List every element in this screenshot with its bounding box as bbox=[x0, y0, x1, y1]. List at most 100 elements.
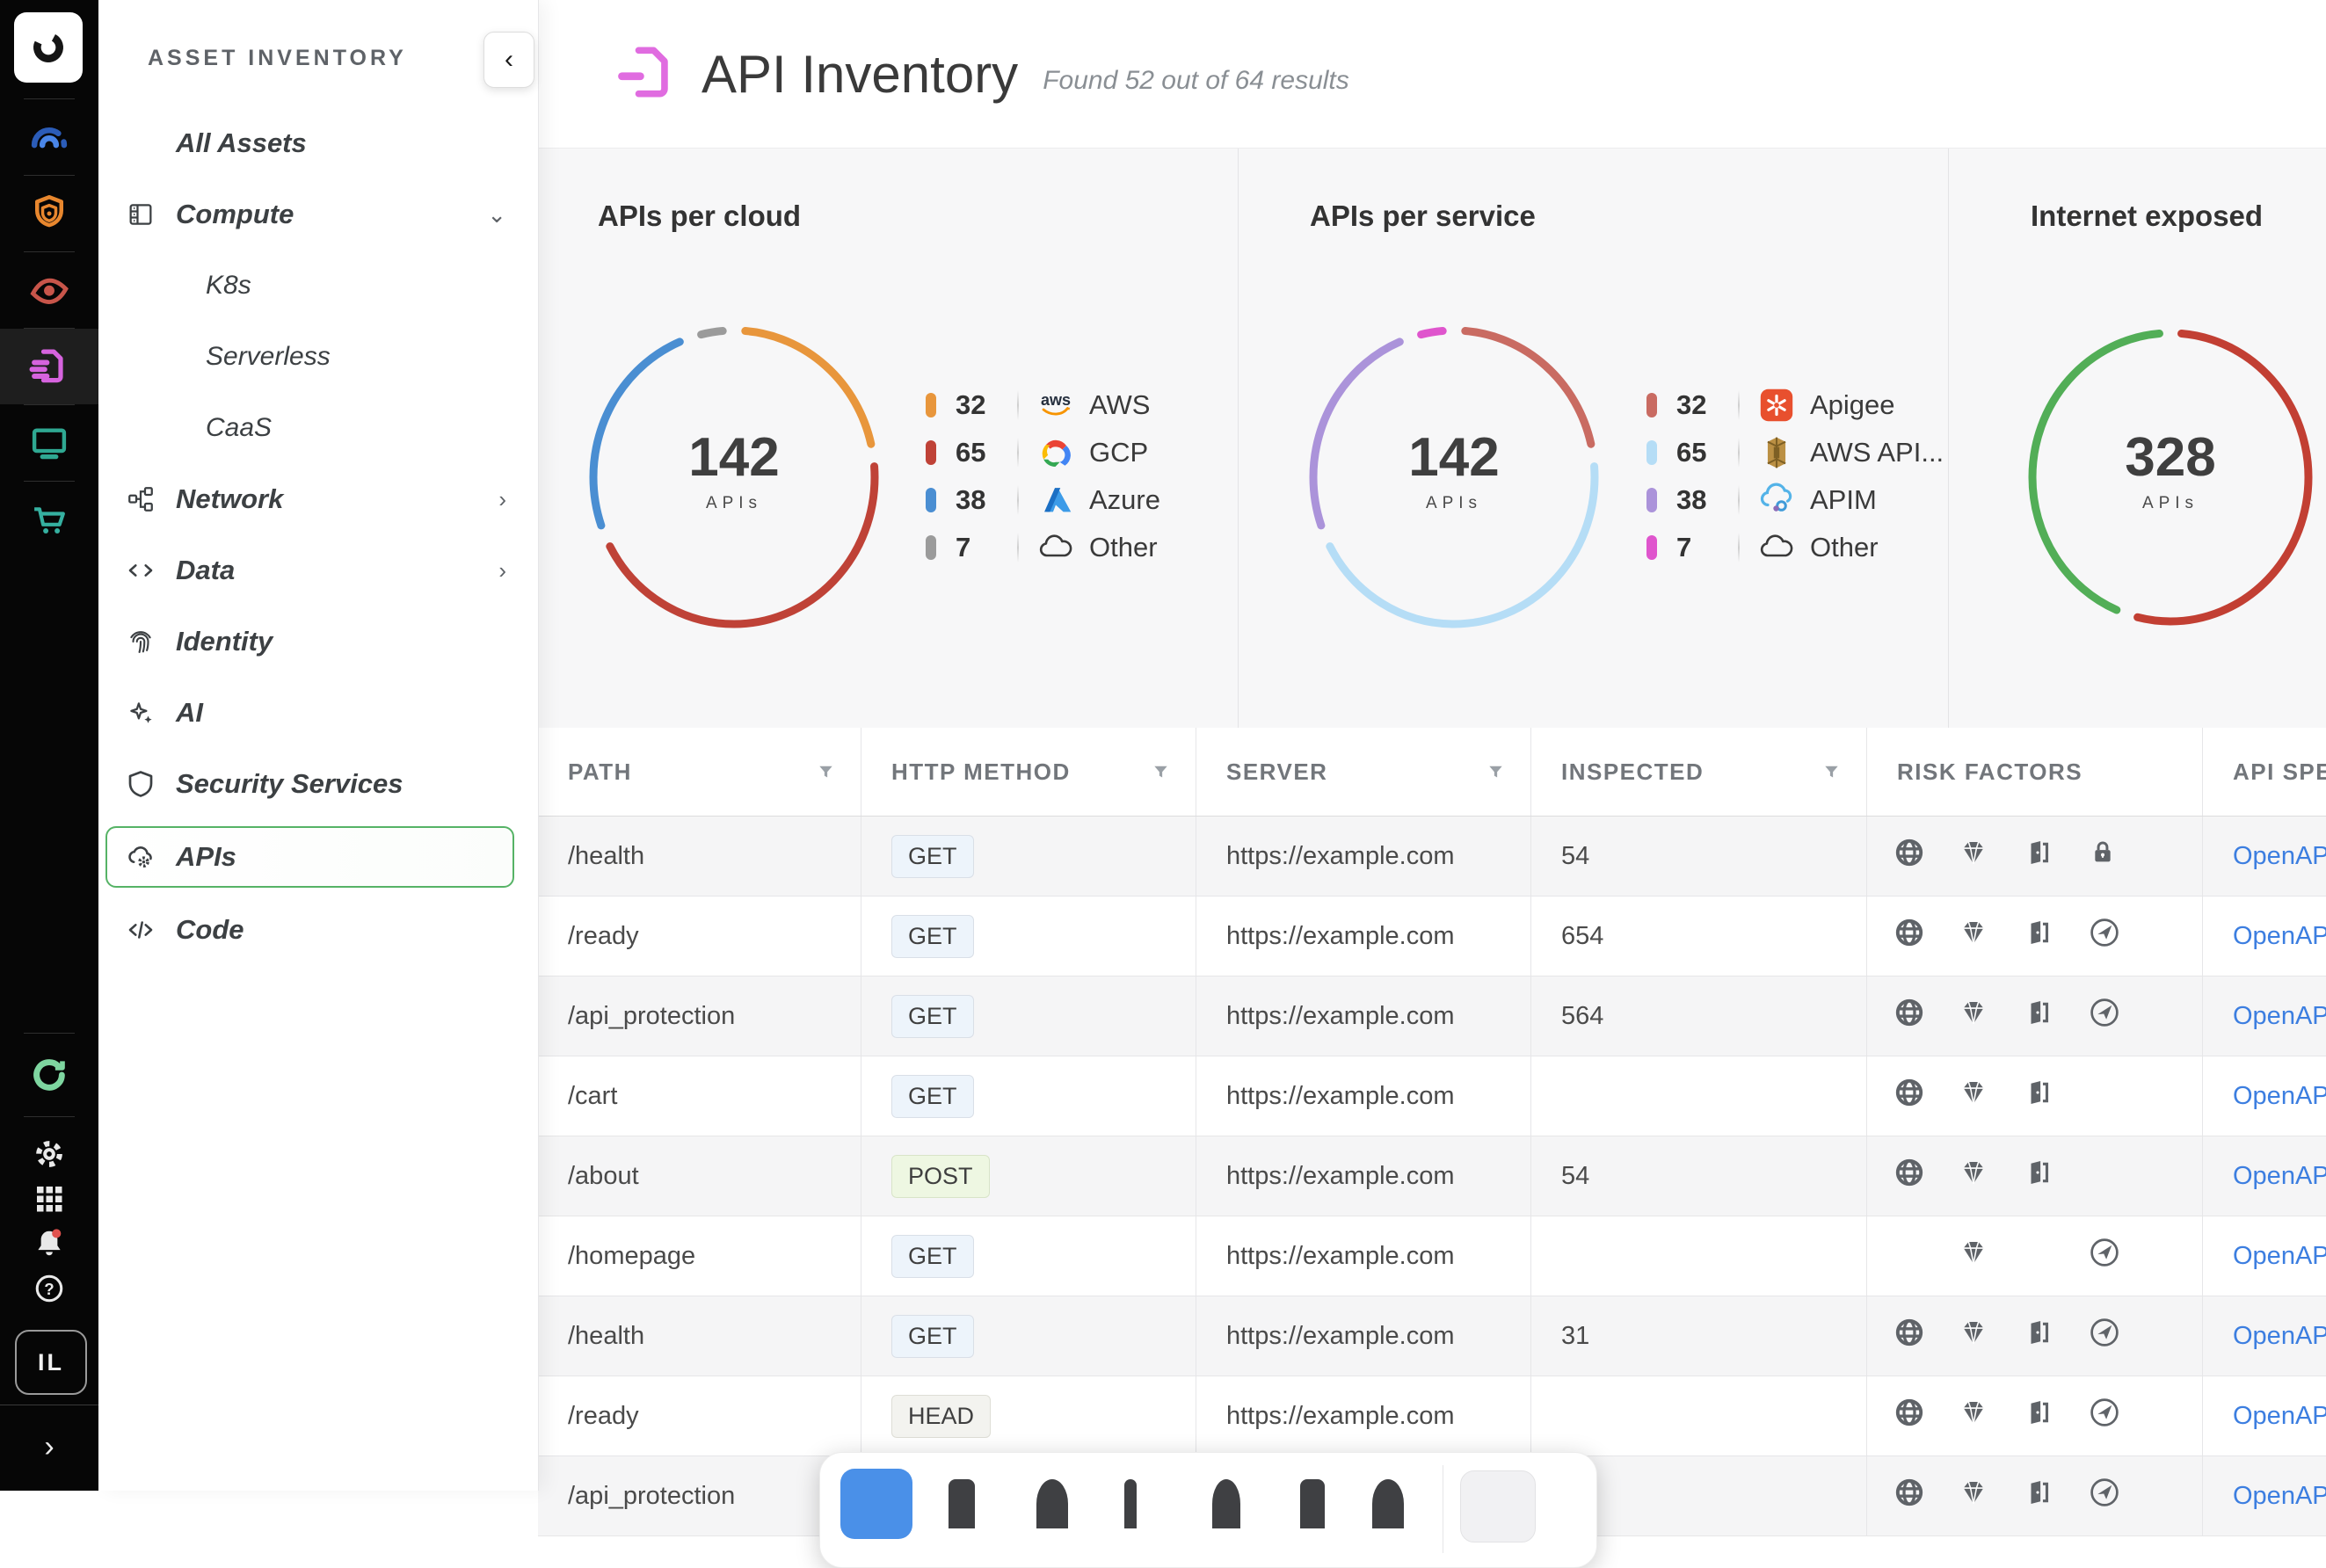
column-header-path[interactable]: PATH bbox=[538, 728, 861, 816]
filter-icon[interactable] bbox=[1151, 761, 1171, 788]
bell-icon[interactable] bbox=[0, 1221, 98, 1266]
inspected-cell: 54 bbox=[1531, 1136, 1867, 1216]
openapi-link[interactable]: OpenAPI bbox=[2233, 1082, 2326, 1111]
gem-risk-icon bbox=[1959, 1238, 1988, 1274]
help-icon[interactable]: ? bbox=[0, 1266, 98, 1310]
method-cell: POST bbox=[861, 1136, 1196, 1216]
filter-icon[interactable] bbox=[816, 761, 836, 788]
sidebar-item-identity[interactable]: Identity bbox=[98, 613, 538, 671]
table-row[interactable]: /homepage GET https://example.com OpenAP… bbox=[538, 1216, 2326, 1296]
legend-value: 38 bbox=[956, 484, 1001, 516]
http-method-badge: GET bbox=[891, 995, 974, 1038]
openapi-link[interactable]: OpenAPI bbox=[2233, 1482, 2326, 1511]
sidebar-item-compute[interactable]: Compute⌄ bbox=[98, 185, 538, 243]
chart-title: APIs per cloud bbox=[598, 200, 801, 233]
donut-value: 328 bbox=[2056, 426, 2285, 489]
dock-secondary-button[interactable] bbox=[1460, 1470, 1536, 1543]
api-spec-cell: OpenAPI bbox=[2203, 1216, 2326, 1296]
apps-grid-icon[interactable] bbox=[0, 1176, 98, 1221]
path-cell: /health bbox=[538, 817, 861, 896]
api-spec-cell: OpenAPI bbox=[2203, 976, 2326, 1056]
openapi-link[interactable]: OpenAPI bbox=[2233, 1242, 2326, 1271]
brand-logo[interactable] bbox=[14, 12, 83, 83]
legend-value: 7 bbox=[1676, 532, 1722, 563]
column-header-risk-factors[interactable]: RISK FACTORS bbox=[1867, 728, 2203, 816]
api-inventory-icon bbox=[614, 39, 680, 110]
gear-icon[interactable] bbox=[0, 1131, 98, 1176]
openapi-link[interactable]: OpenAPI bbox=[2233, 1322, 2326, 1351]
collapse-sidebar-button[interactable]: ‹ bbox=[483, 32, 534, 88]
dock-icon[interactable] bbox=[1124, 1479, 1137, 1528]
sidebar-item-k8s[interactable]: K8s bbox=[98, 257, 538, 315]
refresh-icon[interactable] bbox=[0, 1034, 98, 1116]
api-doc-icon[interactable] bbox=[0, 329, 98, 404]
openapi-link[interactable]: OpenAPI bbox=[2233, 1402, 2326, 1431]
table-row[interactable]: /health GET https://example.com 31 OpenA… bbox=[538, 1296, 2326, 1376]
shield-icon[interactable] bbox=[0, 176, 98, 251]
openapi-link[interactable]: OpenAPI bbox=[2233, 1162, 2326, 1191]
avatar[interactable]: IL bbox=[15, 1330, 87, 1395]
table-row[interactable]: /about POST https://example.com 54 OpenA… bbox=[538, 1136, 2326, 1216]
legend-color-pill bbox=[926, 535, 936, 560]
apigee-icon bbox=[1755, 385, 1798, 425]
sidebar-item-code[interactable]: Code bbox=[98, 901, 538, 959]
dock-primary-button[interactable] bbox=[840, 1469, 912, 1539]
sidebar-item-security-services[interactable]: Security Services bbox=[98, 755, 538, 813]
expand-rail-button[interactable]: › bbox=[0, 1419, 98, 1475]
table-row[interactable]: /api_protection GET https://example.com … bbox=[538, 976, 2326, 1056]
openapi-link[interactable]: OpenAPI bbox=[2233, 1002, 2326, 1031]
api-spec-cell: OpenAPI bbox=[2203, 1056, 2326, 1136]
filter-icon[interactable] bbox=[1821, 761, 1842, 788]
chevron-down-icon: ⌄ bbox=[487, 201, 506, 229]
dock-icon[interactable] bbox=[949, 1479, 975, 1528]
openapi-link[interactable]: OpenAPI bbox=[2233, 922, 2326, 951]
gem-risk-icon bbox=[1959, 998, 1988, 1034]
column-header-api-spec[interactable]: API SPEC bbox=[2203, 728, 2326, 816]
risk-factors-cell bbox=[1867, 1216, 2203, 1296]
eye-icon[interactable] bbox=[0, 252, 98, 328]
dock-icon[interactable] bbox=[1300, 1479, 1325, 1528]
sidebar-item-all-assets[interactable]: All Assets bbox=[98, 114, 538, 172]
table-row[interactable]: /ready HEAD https://example.com OpenAPI bbox=[538, 1376, 2326, 1456]
cart-icon[interactable] bbox=[0, 482, 98, 557]
legend-color-pill bbox=[1646, 440, 1657, 465]
sidebar-item-network[interactable]: Network› bbox=[98, 470, 538, 528]
legend-item: 65 GCP bbox=[926, 429, 1160, 476]
sidebar-item-serverless[interactable]: Serverless bbox=[98, 328, 538, 386]
server-cell: https://example.com bbox=[1196, 1056, 1531, 1136]
dock-icon[interactable] bbox=[1212, 1479, 1240, 1528]
sidebar-item-apis[interactable]: APIs bbox=[105, 826, 514, 888]
legend-label: AWS bbox=[1089, 389, 1150, 421]
column-header-server[interactable]: SERVER bbox=[1196, 728, 1531, 816]
table-row[interactable]: /cart GET https://example.com OpenAPI bbox=[538, 1056, 2326, 1136]
plane-risk-icon bbox=[2089, 917, 2120, 955]
monitor-icon[interactable] bbox=[0, 405, 98, 481]
door-risk-icon bbox=[2024, 1318, 2053, 1354]
observability-icon[interactable] bbox=[0, 99, 98, 175]
sidebar-title: ASSET INVENTORY bbox=[148, 46, 407, 71]
column-header-inspected[interactable]: INSPECTED bbox=[1531, 728, 1867, 816]
door-risk-icon bbox=[2024, 998, 2053, 1034]
donut-center: 142 APIs bbox=[620, 426, 848, 513]
server-cell: https://example.com bbox=[1196, 1216, 1531, 1296]
api-spec-cell: OpenAPI bbox=[2203, 1376, 2326, 1455]
sidebar-item-data[interactable]: Data› bbox=[98, 541, 538, 599]
gem-risk-icon bbox=[1959, 1078, 1988, 1114]
column-header-http-method[interactable]: HTTP METHOD bbox=[861, 728, 1196, 816]
gem-risk-icon bbox=[1959, 1158, 1988, 1194]
method-cell: GET bbox=[861, 976, 1196, 1056]
filter-icon[interactable] bbox=[1486, 761, 1506, 788]
api-spec-cell: OpenAPI bbox=[2203, 1296, 2326, 1376]
table-row[interactable]: /ready GET https://example.com 654 OpenA… bbox=[538, 897, 2326, 976]
table-row[interactable]: /health GET https://example.com 54 OpenA… bbox=[538, 817, 2326, 897]
bottom-dock[interactable] bbox=[819, 1452, 1597, 1568]
chart-divider bbox=[1948, 149, 1949, 729]
sidebar-item-ai[interactable]: AI bbox=[98, 684, 538, 742]
donut-unit: APIs bbox=[1340, 494, 1568, 513]
dock-icon[interactable] bbox=[1372, 1479, 1404, 1528]
sidebar-item-caas[interactable]: CaaS bbox=[98, 399, 538, 457]
dock-icon[interactable] bbox=[1036, 1479, 1068, 1528]
results-count: Found 52 out of 64 results bbox=[1043, 66, 1349, 96]
openapi-link[interactable]: OpenAPI bbox=[2233, 842, 2326, 871]
shield-icon bbox=[121, 768, 160, 800]
